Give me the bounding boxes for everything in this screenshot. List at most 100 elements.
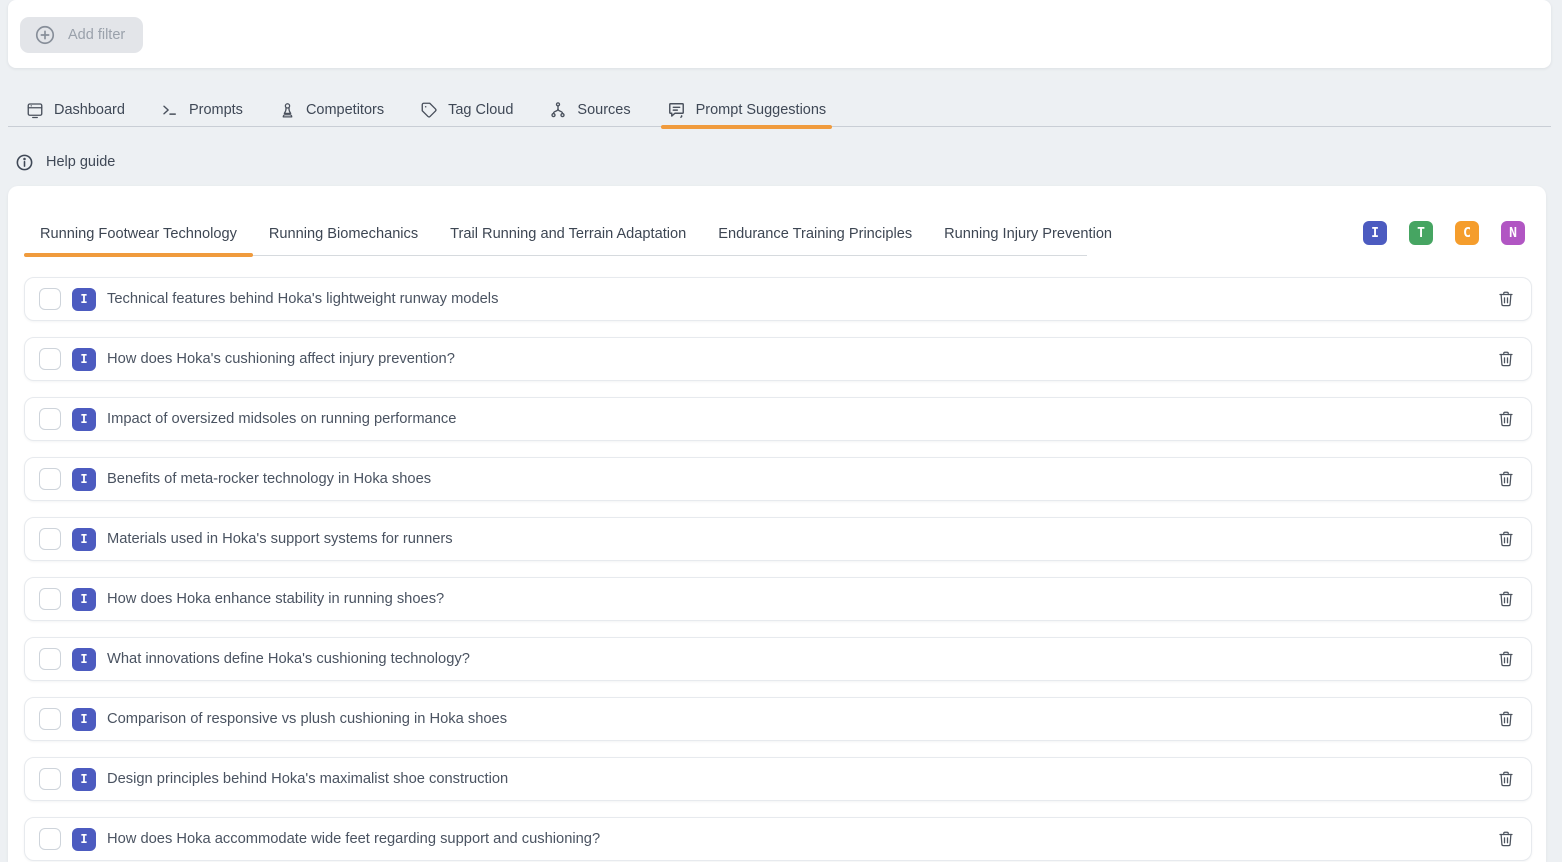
primary-tab[interactable]: Competitors bbox=[279, 94, 384, 126]
trash-icon bbox=[1497, 650, 1515, 668]
prompt-checkbox[interactable] bbox=[39, 468, 61, 490]
prompt-row[interactable]: I Impact of oversized midsoles on runnin… bbox=[24, 397, 1532, 441]
trash-icon bbox=[1497, 710, 1515, 728]
delete-prompt-button[interactable] bbox=[1495, 348, 1517, 370]
prompt-category-letter: I bbox=[80, 712, 87, 726]
prompt-category-badge: I bbox=[72, 348, 96, 371]
trash-icon bbox=[1497, 530, 1515, 548]
trash-icon bbox=[1497, 770, 1515, 788]
primary-tab-label: Tag Cloud bbox=[448, 102, 513, 118]
prompt-category-badge: I bbox=[72, 588, 96, 611]
prompt-row[interactable]: I What innovations define Hoka's cushion… bbox=[24, 637, 1532, 681]
prompt-category-badge: I bbox=[72, 408, 96, 431]
prompt-category-letter: I bbox=[80, 352, 87, 366]
primary-tab-bar: Dashboard Prompts Competitors Tag Cloud … bbox=[8, 94, 1551, 127]
info-icon bbox=[15, 153, 34, 172]
prompt-row[interactable]: I How does Hoka enhance stability in run… bbox=[24, 577, 1532, 621]
chess-pawn-icon bbox=[279, 102, 296, 119]
prompt-text: Design principles behind Hoka's maximali… bbox=[107, 771, 508, 787]
prompt-text: What innovations define Hoka's cushionin… bbox=[107, 651, 470, 667]
prompt-checkbox[interactable] bbox=[39, 348, 61, 370]
prompt-category-letter: I bbox=[80, 832, 87, 846]
trash-icon bbox=[1497, 290, 1515, 308]
prompt-row[interactable]: I How does Hoka accommodate wide feet re… bbox=[24, 817, 1532, 861]
trash-icon bbox=[1497, 350, 1515, 368]
prompt-checkbox[interactable] bbox=[39, 828, 61, 850]
delete-prompt-button[interactable] bbox=[1495, 648, 1517, 670]
prompt-text: Technical features behind Hoka's lightwe… bbox=[107, 291, 498, 307]
primary-tab[interactable]: Prompts bbox=[161, 94, 243, 126]
primary-tab[interactable]: Sources bbox=[549, 94, 630, 126]
topic-tab[interactable]: Running Footwear Technology bbox=[24, 219, 253, 255]
prompt-category-letter: I bbox=[80, 412, 87, 426]
chat-suggestion-icon bbox=[667, 101, 686, 120]
add-filter-button[interactable]: Add filter bbox=[20, 17, 143, 53]
category-badge-letter: T bbox=[1417, 226, 1425, 241]
category-badge[interactable]: N bbox=[1501, 221, 1525, 245]
primary-tab[interactable]: Prompt Suggestions bbox=[667, 94, 827, 126]
prompt-checkbox[interactable] bbox=[39, 648, 61, 670]
category-badge-letter: C bbox=[1463, 226, 1471, 241]
tag-icon bbox=[420, 101, 438, 119]
prompt-category-letter: I bbox=[80, 592, 87, 606]
delete-prompt-button[interactable] bbox=[1495, 828, 1517, 850]
prompt-text: Comparison of responsive vs plush cushio… bbox=[107, 711, 507, 727]
prompt-row[interactable]: I How does Hoka's cushioning affect inju… bbox=[24, 337, 1532, 381]
delete-prompt-button[interactable] bbox=[1495, 768, 1517, 790]
delete-prompt-button[interactable] bbox=[1495, 468, 1517, 490]
help-guide-label: Help guide bbox=[46, 154, 115, 170]
prompt-text: How does Hoka enhance stability in runni… bbox=[107, 591, 444, 607]
topic-tab-label: Trail Running and Terrain Adaptation bbox=[450, 226, 686, 242]
delete-prompt-button[interactable] bbox=[1495, 408, 1517, 430]
topic-tab-bar: Running Footwear Technology Running Biom… bbox=[24, 219, 1087, 256]
primary-tab[interactable]: Dashboard bbox=[26, 94, 125, 126]
delete-prompt-button[interactable] bbox=[1495, 588, 1517, 610]
delete-prompt-button[interactable] bbox=[1495, 288, 1517, 310]
trash-icon bbox=[1497, 470, 1515, 488]
category-badge-letter: N bbox=[1509, 226, 1517, 241]
prompt-category-badge: I bbox=[72, 708, 96, 731]
prompt-category-badge: I bbox=[72, 768, 96, 791]
delete-prompt-button[interactable] bbox=[1495, 528, 1517, 550]
prompt-text: How does Hoka's cushioning affect injury… bbox=[107, 351, 455, 367]
topic-tab-label: Running Footwear Technology bbox=[40, 226, 237, 242]
delete-prompt-button[interactable] bbox=[1495, 708, 1517, 730]
topic-tab[interactable]: Trail Running and Terrain Adaptation bbox=[434, 219, 702, 255]
prompt-category-badge: I bbox=[72, 528, 96, 551]
prompt-checkbox[interactable] bbox=[39, 768, 61, 790]
prompt-checkbox[interactable] bbox=[39, 408, 61, 430]
prompt-text: Benefits of meta-rocker technology in Ho… bbox=[107, 471, 431, 487]
topic-tab[interactable]: Running Biomechanics bbox=[253, 219, 434, 255]
topic-tab[interactable]: Running Injury Prevention bbox=[928, 219, 1128, 255]
plus-circle-icon bbox=[34, 24, 56, 46]
prompt-category-badge: I bbox=[72, 468, 96, 491]
prompt-suggestions-panel: Running Footwear Technology Running Biom… bbox=[8, 186, 1546, 862]
primary-tab-label: Dashboard bbox=[54, 102, 125, 118]
category-badge[interactable]: C bbox=[1455, 221, 1479, 245]
prompt-checkbox[interactable] bbox=[39, 528, 61, 550]
primary-tab[interactable]: Tag Cloud bbox=[420, 94, 513, 126]
prompt-list: I Technical features behind Hoka's light… bbox=[24, 277, 1532, 862]
help-guide-link[interactable]: Help guide bbox=[15, 149, 115, 175]
prompt-row[interactable]: I Comparison of responsive vs plush cush… bbox=[24, 697, 1532, 741]
prompt-checkbox[interactable] bbox=[39, 288, 61, 310]
prompt-row[interactable]: I Technical features behind Hoka's light… bbox=[24, 277, 1532, 321]
prompt-row[interactable]: I Design principles behind Hoka's maxima… bbox=[24, 757, 1532, 801]
topic-tab-label: Running Injury Prevention bbox=[944, 226, 1112, 242]
topic-tab[interactable]: Endurance Training Principles bbox=[702, 219, 928, 255]
prompt-category-badge: I bbox=[72, 648, 96, 671]
category-badge[interactable]: T bbox=[1409, 221, 1433, 245]
category-badge[interactable]: I bbox=[1363, 221, 1387, 245]
topic-tab-label: Running Biomechanics bbox=[269, 226, 418, 242]
prompt-checkbox[interactable] bbox=[39, 588, 61, 610]
category-legend: I T C N bbox=[1363, 221, 1525, 245]
filter-bar: Add filter bbox=[8, 0, 1551, 68]
prompt-row[interactable]: I Benefits of meta-rocker technology in … bbox=[24, 457, 1532, 501]
prompt-checkbox[interactable] bbox=[39, 708, 61, 730]
prompt-category-letter: I bbox=[80, 472, 87, 486]
prompt-row[interactable]: I Materials used in Hoka's support syste… bbox=[24, 517, 1532, 561]
primary-tab-label: Sources bbox=[577, 102, 630, 118]
prompt-text: How does Hoka accommodate wide feet rega… bbox=[107, 831, 600, 847]
primary-tab-label: Prompt Suggestions bbox=[696, 102, 827, 118]
trash-icon bbox=[1497, 590, 1515, 608]
